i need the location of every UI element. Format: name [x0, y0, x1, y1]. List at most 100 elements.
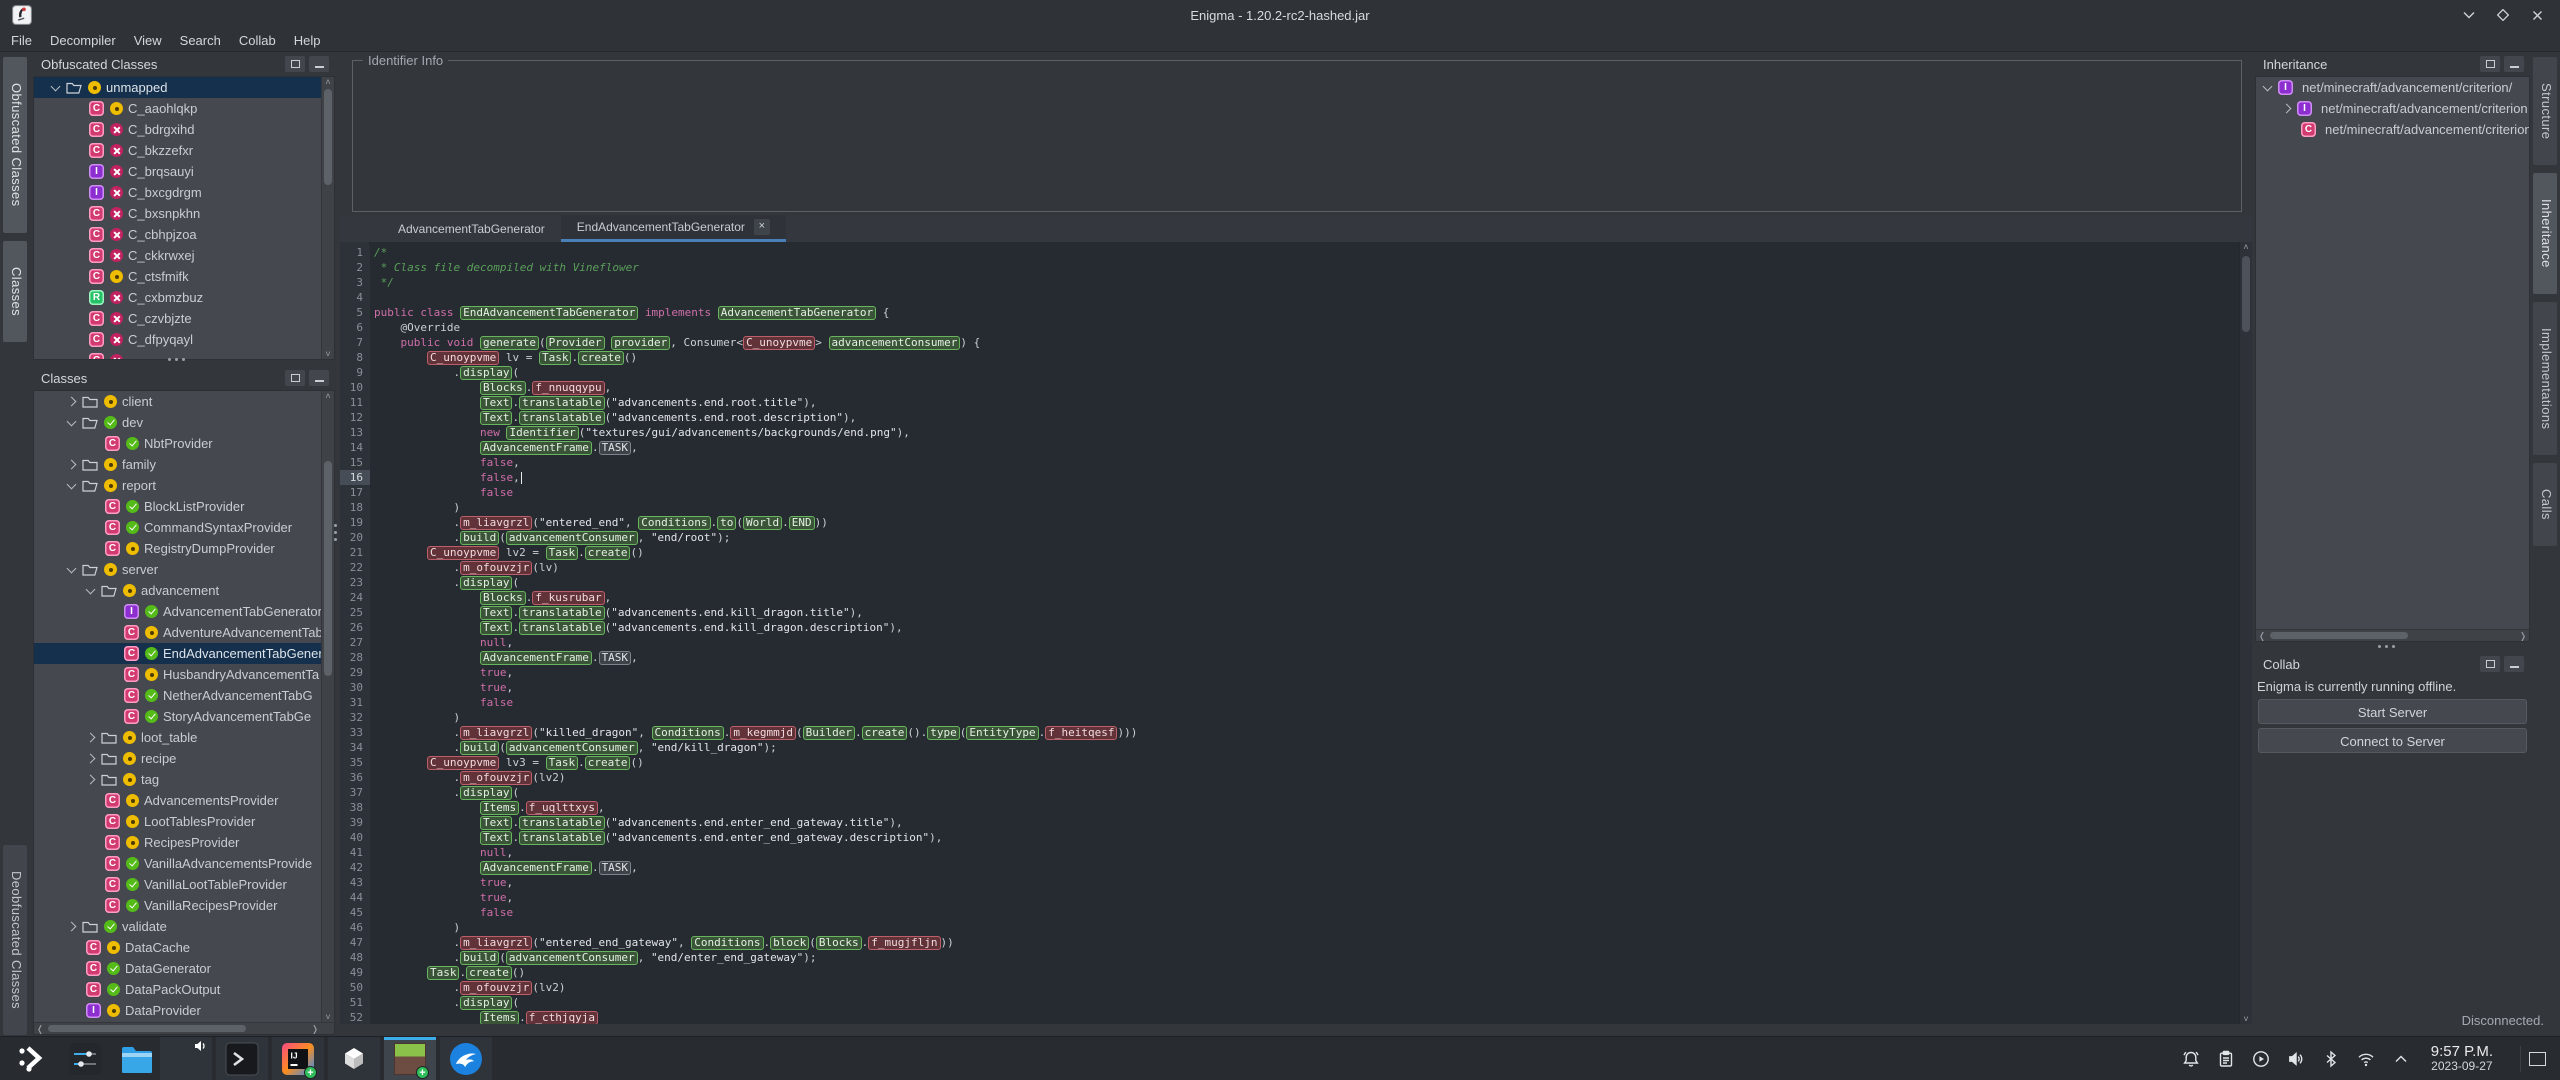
- mapped-token[interactable]: Builder: [803, 726, 855, 740]
- dock-tab-classes[interactable]: Classes: [3, 241, 27, 342]
- notifications-icon[interactable]: [2182, 1050, 2200, 1068]
- menu-item-help[interactable]: Help: [285, 30, 330, 52]
- mapped-token[interactable]: create: [585, 546, 631, 560]
- dock-tab-obfuscated-classes[interactable]: Obfuscated Classes: [3, 57, 27, 233]
- menu-item-collab[interactable]: Collab: [230, 30, 285, 52]
- mapped-token[interactable]: display: [460, 786, 512, 800]
- mapped-token[interactable]: Conditions: [652, 726, 724, 740]
- minimize-window-icon[interactable]: [2462, 8, 2476, 22]
- class-tree-item[interactable]: validate: [34, 916, 334, 937]
- show-desktop-button[interactable]: [2520, 1046, 2546, 1072]
- mapped-token[interactable]: create: [862, 726, 908, 740]
- editor-tab-1[interactable]: AdvancementTabGenerator: [382, 215, 561, 242]
- class-tree-item[interactable]: CAdventureAdvancementTab: [34, 622, 334, 643]
- scroll-left-icon[interactable]: ❬: [34, 1024, 46, 1034]
- minimize-panel-button[interactable]: [309, 370, 329, 386]
- class-tree-item[interactable]: CDataGenerator: [34, 958, 334, 979]
- obfuscated-class-item[interactable]: CC_bkzzefxr: [34, 140, 334, 161]
- scroll-up-icon[interactable]: ˄: [322, 77, 334, 87]
- mapped-token[interactable]: create: [578, 351, 624, 365]
- mapped-token[interactable]: translatable: [519, 816, 604, 830]
- obfuscated-class-item[interactable]: IC_bxcgdrgm: [34, 182, 334, 203]
- mapped-token[interactable]: EndAdvancementTabGenerator: [460, 306, 638, 320]
- mapped-token[interactable]: Items: [480, 1011, 519, 1024]
- mapped-token[interactable]: build: [460, 951, 499, 965]
- connect-to-server-button[interactable]: Connect to Server: [2258, 728, 2527, 753]
- mapped-token[interactable]: build: [460, 741, 499, 755]
- menu-item-file[interactable]: File: [2, 30, 41, 52]
- class-tree-item[interactable]: CNetherAdvancementTabG: [34, 685, 334, 706]
- mapped-token[interactable]: AdvancementTabGenerator: [718, 306, 876, 320]
- mapped-token[interactable]: Task: [546, 546, 579, 560]
- mapped-token[interactable]: provider: [611, 336, 670, 350]
- minecraft-task-button[interactable]: +: [384, 1037, 436, 1080]
- obfuscated-token[interactable]: m_ofouvzjr: [460, 981, 532, 995]
- class-tree-item[interactable]: CNbtProvider: [34, 433, 334, 454]
- expander-closed-icon[interactable]: [86, 775, 96, 785]
- obfuscated-class-item[interactable]: CC_czvbjzte: [34, 308, 334, 329]
- close-tab-icon[interactable]: ×: [754, 219, 770, 235]
- class-tree-item[interactable]: CEndAdvancementTabGener: [34, 643, 334, 664]
- splitter-handle[interactable]: [334, 524, 337, 541]
- mapped-token[interactable]: Blocks: [480, 591, 526, 605]
- restore-panel-button[interactable]: [2480, 656, 2500, 672]
- mapped-token[interactable]: advancementConsumer: [506, 741, 638, 755]
- expander-closed-icon[interactable]: [86, 733, 96, 743]
- vertical-scrollbar[interactable]: ˄ ˅: [321, 77, 334, 359]
- window-titlebar[interactable]: Enigma - 1.20.2-rc2-hashed.jar: [0, 0, 2560, 30]
- firefox-task-button[interactable]: [160, 1037, 212, 1080]
- obfuscated-token[interactable]: C_unoypvme: [743, 336, 815, 350]
- class-tree-item[interactable]: CHusbandryAdvancementTa: [34, 664, 334, 685]
- expander-open-icon[interactable]: [86, 584, 96, 594]
- obfuscated-class-item[interactable]: CC_bdrgxihd: [34, 119, 334, 140]
- class-tree-item[interactable]: CVanillaAdvancementsProvide: [34, 853, 334, 874]
- class-tree-item[interactable]: tag: [34, 769, 334, 790]
- obfuscated-token[interactable]: m_kegmmjd: [730, 726, 796, 740]
- editor-tab-2[interactable]: EndAdvancementTabGenerator×: [561, 215, 786, 242]
- class-tree-item[interactable]: dev: [34, 412, 334, 433]
- obfuscated-token[interactable]: f_mugjfljn: [868, 936, 940, 950]
- minimize-panel-button[interactable]: [2504, 56, 2524, 72]
- class-tree-item[interactable]: CDataPackOutput: [34, 979, 334, 1000]
- inheritance-item[interactable]: Inet/minecraft/advancement/criterion: [2256, 98, 2529, 119]
- expander-closed-icon[interactable]: [67, 460, 77, 470]
- mapped-token[interactable]: translatable: [519, 396, 604, 410]
- mapped-token[interactable]: display: [460, 996, 512, 1010]
- scroll-right-icon[interactable]: ❭: [2517, 631, 2529, 641]
- inheritance-item[interactable]: Inet/minecraft/advancement/criterion/: [2256, 77, 2529, 98]
- obfuscated-token[interactable]: m_ofouvzjr: [460, 561, 532, 575]
- scroll-up-icon[interactable]: ˄: [2240, 242, 2252, 252]
- dock-tab-deobfuscated-classes[interactable]: Deobfuscated Classes: [3, 845, 27, 1035]
- obfuscated-token[interactable]: f_cthjqyja: [526, 1011, 598, 1024]
- system-settings-launcher-button[interactable]: [66, 1040, 104, 1078]
- taskbar-clock[interactable]: 9:57 P.M. 2023-09-27: [2431, 1044, 2493, 1073]
- obfuscated-token[interactable]: f_heitqesf: [1045, 726, 1117, 740]
- mapped-token[interactable]: Blocks: [816, 936, 862, 950]
- obfuscated-class-item[interactable]: CC_cbhpjzoa: [34, 224, 334, 245]
- obfuscated-token[interactable]: C_unoypvme: [427, 756, 499, 770]
- mapped-token[interactable]: generate: [480, 336, 539, 350]
- mapped-token[interactable]: Text: [480, 396, 513, 410]
- bluetooth-icon[interactable]: [2322, 1050, 2340, 1068]
- mapped-token[interactable]: Task: [546, 756, 579, 770]
- class-tree-item[interactable]: CStoryAdvancementTabGe: [34, 706, 334, 727]
- mapped-token[interactable]: translatable: [519, 606, 604, 620]
- expander-closed-icon[interactable]: [2282, 104, 2292, 114]
- scroll-down-icon[interactable]: ˅: [322, 1012, 334, 1022]
- splitter-handle[interactable]: [168, 358, 185, 361]
- menu-item-view[interactable]: View: [125, 30, 171, 52]
- file-manager-launcher-button[interactable]: [118, 1040, 156, 1078]
- scroll-left-icon[interactable]: ❬: [2256, 631, 2268, 641]
- mapped-token[interactable]: AdvancementFrame: [480, 861, 592, 875]
- mapped-token[interactable]: Conditions: [691, 936, 763, 950]
- class-tree-item[interactable]: CAdvancementsProvider: [34, 790, 334, 811]
- expander-open-icon[interactable]: [51, 81, 61, 91]
- volume-icon[interactable]: [2287, 1050, 2305, 1068]
- minimize-panel-button[interactable]: [309, 56, 329, 72]
- inheritance-item[interactable]: Cnet/minecraft/advancement/criterion: [2256, 119, 2529, 140]
- class-tree-item[interactable]: recipe: [34, 748, 334, 769]
- mapped-token[interactable]: advancementConsumer: [829, 336, 961, 350]
- class-tree-item[interactable]: server: [34, 559, 334, 580]
- dock-tab-implementations[interactable]: Implementations: [2533, 302, 2557, 455]
- mapped-token[interactable]: Task: [427, 966, 460, 980]
